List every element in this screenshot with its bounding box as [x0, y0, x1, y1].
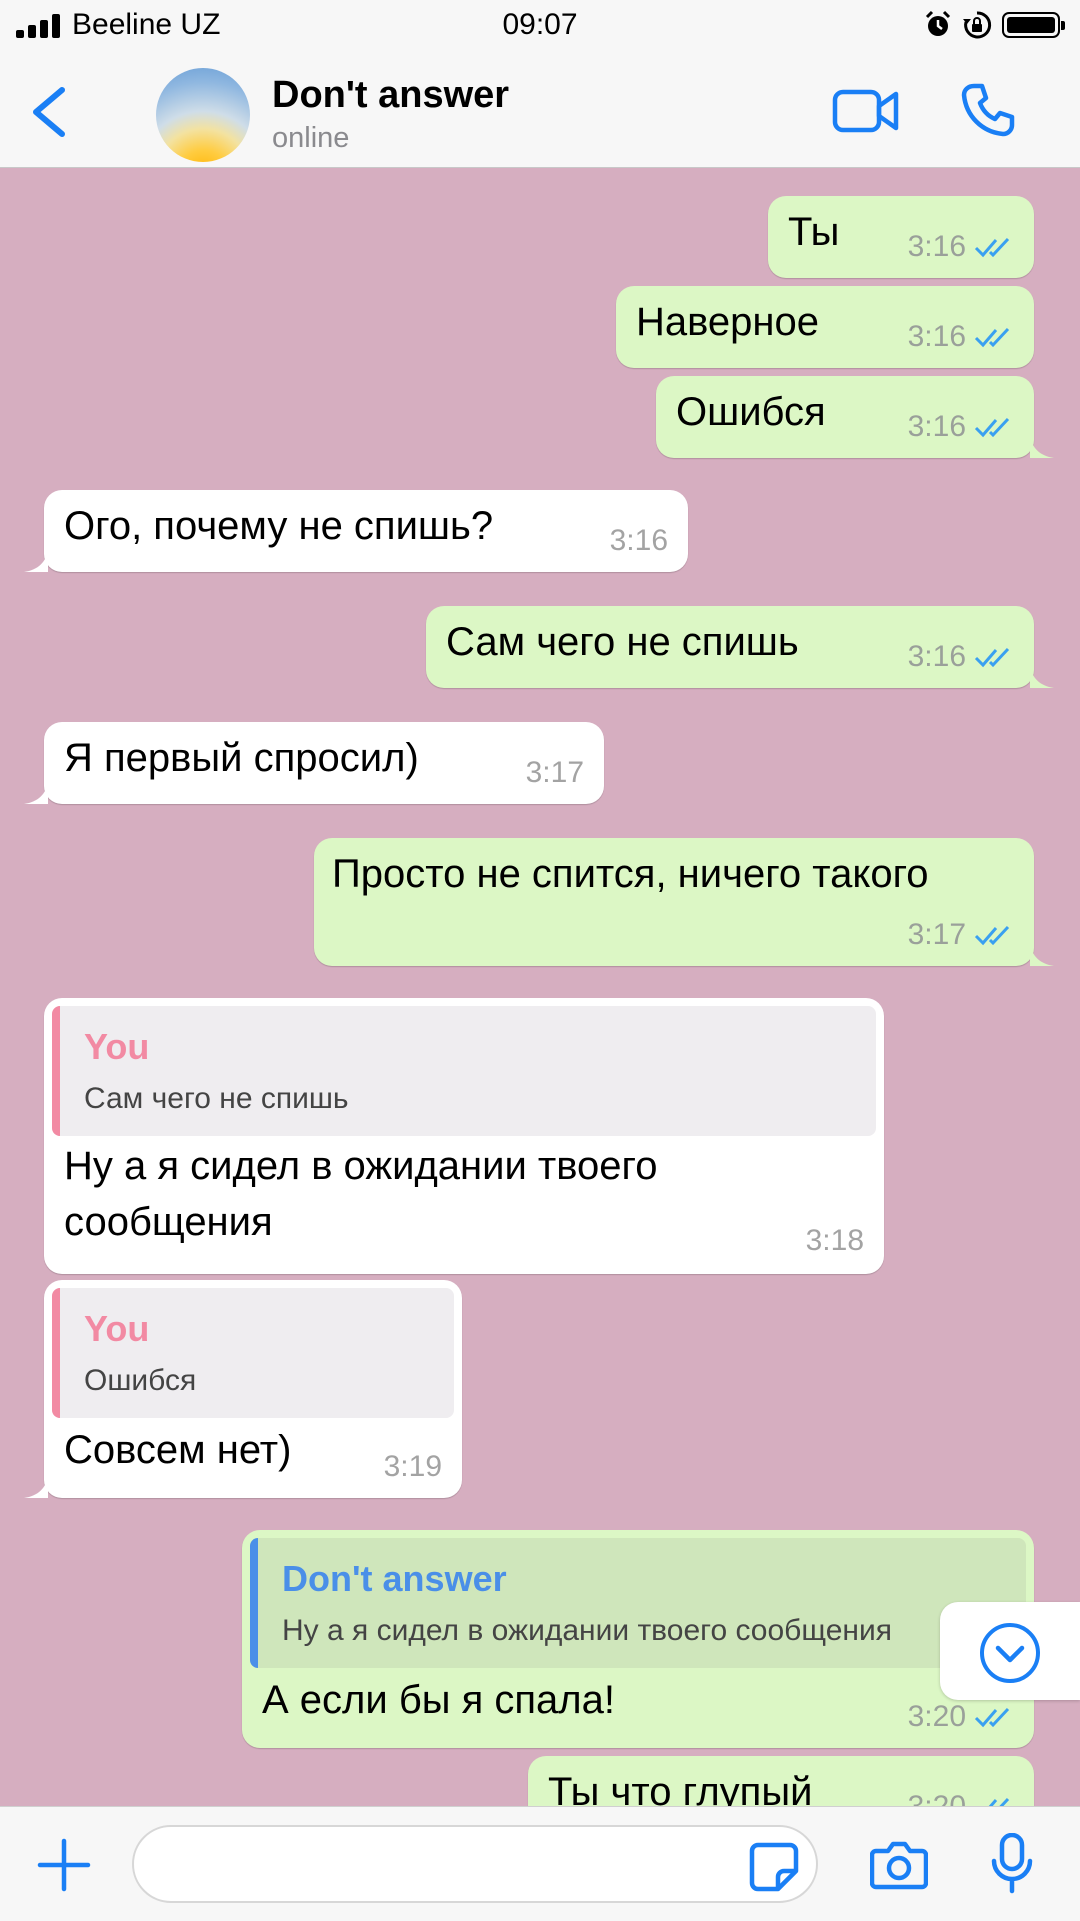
chevron-down-icon [980, 1623, 1040, 1683]
bubble-tail [24, 1476, 48, 1498]
outgoing-message[interactable]: Ты что глупый 3:20 [528, 1756, 1034, 1806]
message-text: Ну а я сидел в ожидании твоего [64, 1144, 658, 1188]
incoming-reply-message[interactable]: You Сам чего не спишь Ну а я сидел в ожи… [44, 998, 884, 1274]
message-text: Ого, почему не спишь? [64, 504, 494, 548]
status-bar: Beeline UZ 09:07 [0, 0, 1080, 52]
contact-avatar[interactable] [156, 68, 250, 162]
scroll-to-bottom-button[interactable] [940, 1602, 1080, 1700]
rotation-lock-icon [963, 11, 992, 39]
message-composer [0, 1806, 1080, 1921]
quote-author: Don't answer [282, 1558, 507, 1599]
quoted-message[interactable]: You Сам чего не спишь [52, 1006, 876, 1136]
read-receipt-icon [974, 237, 1010, 258]
message-time: 3:20 [907, 1700, 966, 1733]
message-time: 3:16 [907, 410, 966, 443]
quote-text: Сам чего не спишь [84, 1082, 349, 1115]
video-call-button[interactable] [832, 86, 900, 136]
message-time: 3:19 [383, 1450, 442, 1483]
incoming-reply-message[interactable]: You Ошибся Совсем нет) 3:19 [24, 1280, 462, 1498]
contact-name[interactable]: Don't answer [272, 74, 509, 117]
outgoing-message[interactable]: Ты 3:16 [768, 196, 1034, 278]
message-time: 3:17 [525, 756, 584, 789]
bubble-tail [1030, 436, 1054, 458]
voice-call-button[interactable] [960, 82, 1016, 138]
read-receipt-icon [988, 1797, 1010, 1806]
outgoing-message[interactable]: Сам чего не спишь 3:16 [426, 606, 1054, 688]
message-time: 3:20 [908, 1790, 966, 1806]
message-text: А если бы я спала! [262, 1678, 615, 1722]
bubble-tail [24, 782, 48, 804]
message-text: Сам чего не спишь [446, 620, 799, 664]
status-time: 09:07 [502, 8, 578, 41]
message-time: 3:18 [805, 1224, 864, 1257]
alarm-icon [925, 10, 951, 36]
read-receipt-icon [974, 925, 1010, 946]
read-receipt-icon [974, 1707, 1010, 1728]
camera-button[interactable] [870, 1839, 928, 1891]
bubble-tail [24, 550, 48, 572]
message-text: Просто не спится, ничего такого [332, 852, 929, 896]
sticker-button[interactable] [748, 1841, 800, 1893]
message-list[interactable]: Ты 3:16 Наверное 3:16 Ошибся 3:16 Ого, п… [0, 168, 1080, 1806]
outgoing-reply-message[interactable]: Don't answer Ну а я сидел в ожидании тво… [242, 1530, 1034, 1748]
quoted-message[interactable]: You Ошибся [52, 1288, 454, 1418]
message-text: Совсем нет) [64, 1428, 292, 1472]
message-time: 3:16 [609, 524, 668, 557]
incoming-message[interactable]: Я первый спросил) 3:17 [24, 722, 604, 804]
message-text: Ты [788, 210, 840, 254]
message-text: Наверное [636, 300, 820, 344]
read-receipt-icon [974, 417, 1010, 438]
outgoing-message[interactable]: Ошибся 3:16 [656, 376, 1054, 458]
message-time: 3:17 [907, 918, 966, 951]
back-button[interactable] [22, 82, 82, 142]
message-text: Ты что глупый [548, 1770, 813, 1806]
read-receipt-icon [974, 327, 1010, 348]
message-text: Ошибся [676, 390, 826, 434]
quote-author: You [84, 1026, 150, 1067]
quoted-message[interactable]: Don't answer Ну а я сидел в ожидании тво… [250, 1538, 1026, 1668]
quote-author: You [84, 1308, 150, 1349]
outgoing-message[interactable]: Просто не спится, ничего такого 3:17 [314, 838, 1054, 966]
message-time: 3:16 [907, 320, 966, 353]
chat-header: Don't answer online [0, 52, 1080, 168]
read-receipt-icon [974, 647, 1010, 668]
bubble-tail [1030, 666, 1054, 688]
message-input[interactable] [132, 1825, 818, 1903]
bubble-tail [1030, 944, 1054, 966]
microphone-button[interactable] [990, 1833, 1034, 1895]
outgoing-message[interactable]: Наверное 3:16 [616, 286, 1034, 368]
quote-text: Ну а я сидел в ожидании твоего сообщения [282, 1614, 892, 1647]
message-text: Я первый спросил) [64, 736, 419, 780]
incoming-message[interactable]: Ого, почему не спишь? 3:16 [24, 490, 688, 572]
battery-icon [1002, 12, 1065, 38]
quote-text: Ошибся [84, 1364, 197, 1397]
message-text-line2: сообщения [64, 1200, 273, 1244]
message-time: 3:16 [907, 640, 966, 673]
contact-status: online [272, 122, 350, 154]
attach-plus-button[interactable] [36, 1837, 92, 1893]
message-time: 3:16 [907, 230, 966, 263]
